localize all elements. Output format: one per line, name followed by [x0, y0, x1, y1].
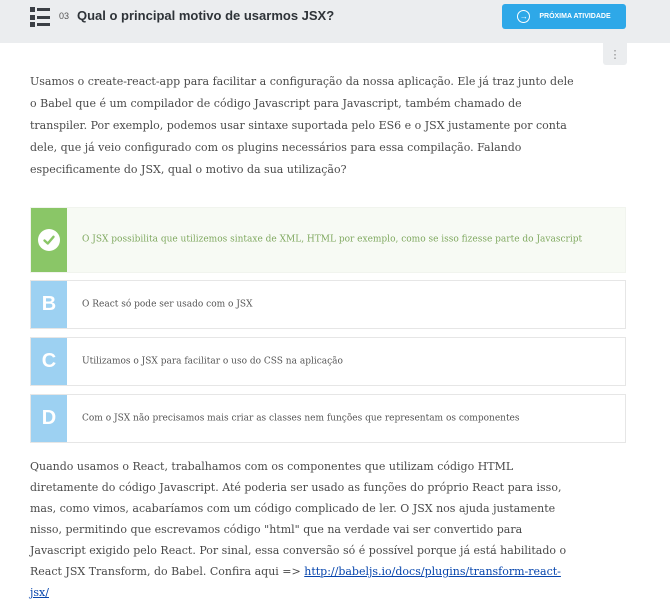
explanation-body: Quando usamos o React, trabalhamos com o… — [30, 460, 567, 578]
option-a-text: O JSX possibilita que utilizemos sintaxe… — [82, 234, 583, 245]
option-d[interactable]: D Com o JSX não precisamos mais criar as… — [30, 394, 626, 443]
more-options-button[interactable]: ⋮ — [603, 43, 627, 65]
option-b-letter: B — [31, 281, 67, 328]
arrow-right-circle-icon: → — [517, 10, 531, 23]
next-activity-button[interactable]: → PRÓXIMA ATIVIDADE — [502, 4, 626, 29]
option-b-text: O React só pode ser usado com o JSX — [82, 299, 253, 309]
option-d-text: Com o JSX não precisamos mais criar as c… — [82, 413, 520, 423]
explanation-text: Quando usamos o React, trabalhamos com o… — [30, 456, 575, 603]
option-d-letter: D — [31, 395, 67, 442]
option-a[interactable]: O JSX possibilita que utilizemos sintaxe… — [30, 207, 626, 273]
list-menu-icon[interactable] — [30, 7, 50, 27]
check-icon — [38, 229, 60, 251]
option-a-badge — [31, 208, 67, 272]
kebab-icon: ⋮ — [609, 48, 621, 61]
top-bar: 03 Qual o principal motivo de usarmos JS… — [0, 0, 670, 43]
activity-number: 03 — [59, 11, 70, 21]
option-c[interactable]: C Utilizamos o JSX para facilitar o uso … — [30, 337, 626, 386]
option-c-text: Utilizamos o JSX para facilitar o uso do… — [82, 356, 343, 366]
page-title: Qual o principal motivo de usarmos JSX? — [77, 8, 335, 23]
next-activity-label: PRÓXIMA ATIVIDADE — [539, 13, 611, 20]
option-c-letter: C — [31, 338, 67, 385]
option-b[interactable]: B O React só pode ser usado com o JSX — [30, 280, 626, 329]
question-text: Usamos o create-react-app para facilitar… — [30, 75, 574, 176]
